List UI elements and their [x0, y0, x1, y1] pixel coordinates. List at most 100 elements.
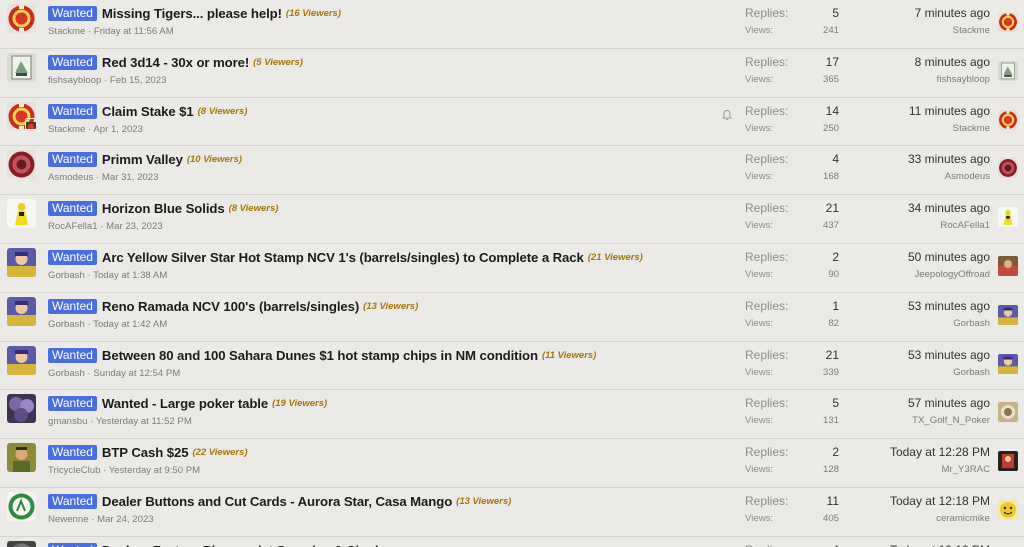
last-post-time[interactable]: 50 minutes ago [908, 250, 990, 264]
last-post-time[interactable]: 53 minutes ago [908, 348, 990, 362]
thread-row[interactable]: Wanted Arc Yellow Silver Star Hot Stamp … [0, 243, 1024, 293]
author-avatar[interactable] [7, 52, 36, 82]
start-date[interactable]: Friday at 11:56 AM [94, 26, 174, 37]
author-link[interactable]: Newenne [48, 514, 89, 525]
last-poster-avatar[interactable] [998, 499, 1018, 520]
thread-row[interactable]: Wanted Dealer Buttons and Cut Cards - Au… [0, 487, 1024, 537]
thread-title-link[interactable]: Reno Ramada NCV 100's (barrels/singles) [102, 299, 359, 314]
last-post-user[interactable]: Stackme [953, 123, 990, 134]
thread-row[interactable]: Wanted BTP Cash $25 (22 Viewers) Tricycl… [0, 439, 1024, 488]
thread-title-link[interactable]: Horizon Blue Solids [102, 201, 225, 216]
thread-title-link[interactable]: Dealer Buttons and Cut Cards - Aurora St… [102, 494, 452, 509]
last-post-user[interactable]: ceramicmike [936, 513, 990, 524]
author-avatar[interactable] [7, 150, 36, 180]
bell-icon[interactable] [721, 108, 733, 120]
last-post-time[interactable]: 7 minutes ago [915, 6, 990, 20]
author-link[interactable]: RocAFella1 [48, 221, 98, 232]
start-date[interactable]: Feb 15, 2023 [110, 75, 167, 86]
author-avatar[interactable] [7, 345, 36, 375]
last-post-user[interactable]: Asmodeus [945, 171, 990, 182]
last-post-time[interactable]: Today at 12:18 PM [890, 494, 990, 508]
prefix-badge[interactable]: Wanted [48, 347, 97, 363]
thread-row[interactable]: Wanted Claim Stake $1 (8 Viewers) Stackm… [0, 97, 1024, 147]
last-poster-avatar[interactable] [998, 60, 1018, 81]
last-poster-avatar[interactable] [998, 158, 1018, 179]
author-link[interactable]: Stackme [48, 26, 85, 37]
last-post-time[interactable]: Today at 12:13 PM [890, 543, 990, 547]
author-link[interactable]: Gorbash [48, 368, 85, 379]
prefix-badge[interactable]: Wanted [48, 542, 97, 547]
prefix-badge[interactable]: Wanted [48, 103, 97, 119]
thread-row[interactable]: Wanted Missing Tigers... please help! (1… [0, 0, 1024, 49]
last-poster-avatar[interactable] [998, 304, 1018, 325]
thread-title-link[interactable]: Primm Valley [102, 152, 183, 167]
thread-title-link[interactable]: Between 80 and 100 Sahara Dunes $1 hot s… [102, 348, 538, 363]
start-date[interactable]: Sunday at 12:54 PM [93, 368, 180, 379]
last-poster-avatar[interactable] [998, 402, 1018, 423]
last-post-time[interactable]: 11 minutes ago [909, 104, 990, 118]
start-date[interactable]: Mar 24, 2023 [97, 514, 154, 525]
author-link[interactable]: fishsaybloop [48, 75, 101, 86]
last-post-time[interactable]: 57 minutes ago [908, 396, 990, 410]
prefix-badge[interactable]: Wanted [48, 54, 97, 70]
last-post-user[interactable]: Gorbash [953, 367, 990, 378]
thread-title-link[interactable]: Red 3d14 - 30x or more! [102, 55, 249, 70]
thread-row[interactable]: Wanted Wanted - Large poker table (19 Vi… [0, 390, 1024, 440]
last-post-user[interactable]: Mr_Y3RAC [941, 464, 990, 475]
thread-row[interactable]: Wanted Between 80 and 100 Sahara Dunes $… [0, 341, 1024, 391]
author-avatar[interactable] [7, 540, 36, 547]
prefix-badge[interactable]: Wanted [48, 493, 97, 509]
last-poster-avatar[interactable] [998, 353, 1018, 374]
thread-row[interactable]: Wanted Primm Valley (10 Viewers) Asmodeu… [0, 146, 1024, 196]
last-post-user[interactable]: Gorbash [953, 318, 990, 329]
author-link[interactable]: gmansbu [48, 416, 87, 427]
last-poster-avatar[interactable] [998, 451, 1018, 472]
thread-title-link[interactable]: Claim Stake $1 [102, 104, 194, 119]
last-poster-avatar[interactable] [998, 12, 1018, 32]
last-poster-avatar[interactable] [998, 255, 1018, 276]
thread-row[interactable]: Wanted Red 3d14 - 30x or more! (5 Viewer… [0, 48, 1024, 98]
last-post-user[interactable]: fishsaybloop [937, 74, 990, 85]
start-date[interactable]: Yesterday at 11:52 PM [96, 416, 192, 427]
prefix-badge[interactable]: Wanted [48, 445, 97, 461]
author-avatar[interactable] [7, 199, 36, 229]
last-post-time[interactable]: 53 minutes ago [908, 299, 990, 313]
author-link[interactable]: Gorbash [48, 319, 85, 330]
last-poster-mini-avatar[interactable] [25, 117, 37, 130]
author-link[interactable]: Asmodeus [48, 172, 93, 183]
last-post-user[interactable]: TX_Golf_N_Poker [912, 415, 990, 426]
thread-row[interactable]: Wanted Dealers Factory Pharmacist Sample… [0, 536, 1024, 547]
start-date[interactable]: Apr 1, 2023 [93, 124, 143, 135]
last-post-time[interactable]: 33 minutes ago [908, 152, 990, 166]
start-date[interactable]: Mar 31, 2023 [102, 172, 159, 183]
prefix-badge[interactable]: Wanted [48, 201, 97, 217]
thread-title-link[interactable]: Wanted - Large poker table [102, 396, 268, 411]
last-post-time[interactable]: 8 minutes ago [915, 55, 990, 69]
prefix-badge[interactable]: Wanted [48, 249, 97, 265]
start-date[interactable]: Today at 1:42 AM [93, 319, 167, 330]
last-post-user[interactable]: RocAFella1 [940, 220, 990, 231]
thread-title-link[interactable]: Missing Tigers... please help! [102, 6, 282, 21]
thread-title-link[interactable]: BTP Cash $25 [102, 445, 189, 460]
author-avatar[interactable] [7, 296, 36, 326]
prefix-badge[interactable]: Wanted [48, 6, 97, 21]
author-avatar[interactable] [7, 443, 36, 473]
thread-row[interactable]: Wanted Horizon Blue Solids (8 Viewers) R… [0, 195, 1024, 244]
author-avatar[interactable] [7, 491, 36, 521]
last-post-user[interactable]: JeepologyOffroad [914, 269, 990, 280]
thread-row[interactable]: Wanted Reno Ramada NCV 100's (barrels/si… [0, 292, 1024, 342]
author-link[interactable]: TricycleClub [48, 465, 100, 476]
start-date[interactable]: Mar 23, 2023 [106, 221, 163, 232]
prefix-badge[interactable]: Wanted [48, 152, 97, 168]
author-avatar[interactable] [7, 394, 36, 424]
last-post-time[interactable]: Today at 12:28 PM [890, 445, 990, 459]
last-poster-avatar[interactable] [998, 109, 1018, 130]
prefix-badge[interactable]: Wanted [48, 298, 97, 314]
author-link[interactable]: Stackme [48, 124, 85, 135]
author-avatar[interactable] [7, 4, 36, 33]
author-link[interactable]: Gorbash [48, 270, 85, 281]
start-date[interactable]: Yesterday at 9:50 PM [109, 465, 200, 476]
start-date[interactable]: Today at 1:38 AM [93, 270, 167, 281]
prefix-badge[interactable]: Wanted [48, 396, 97, 412]
thread-title-link[interactable]: Dealers Factory Pharmacist Samples & Sin… [102, 543, 393, 547]
